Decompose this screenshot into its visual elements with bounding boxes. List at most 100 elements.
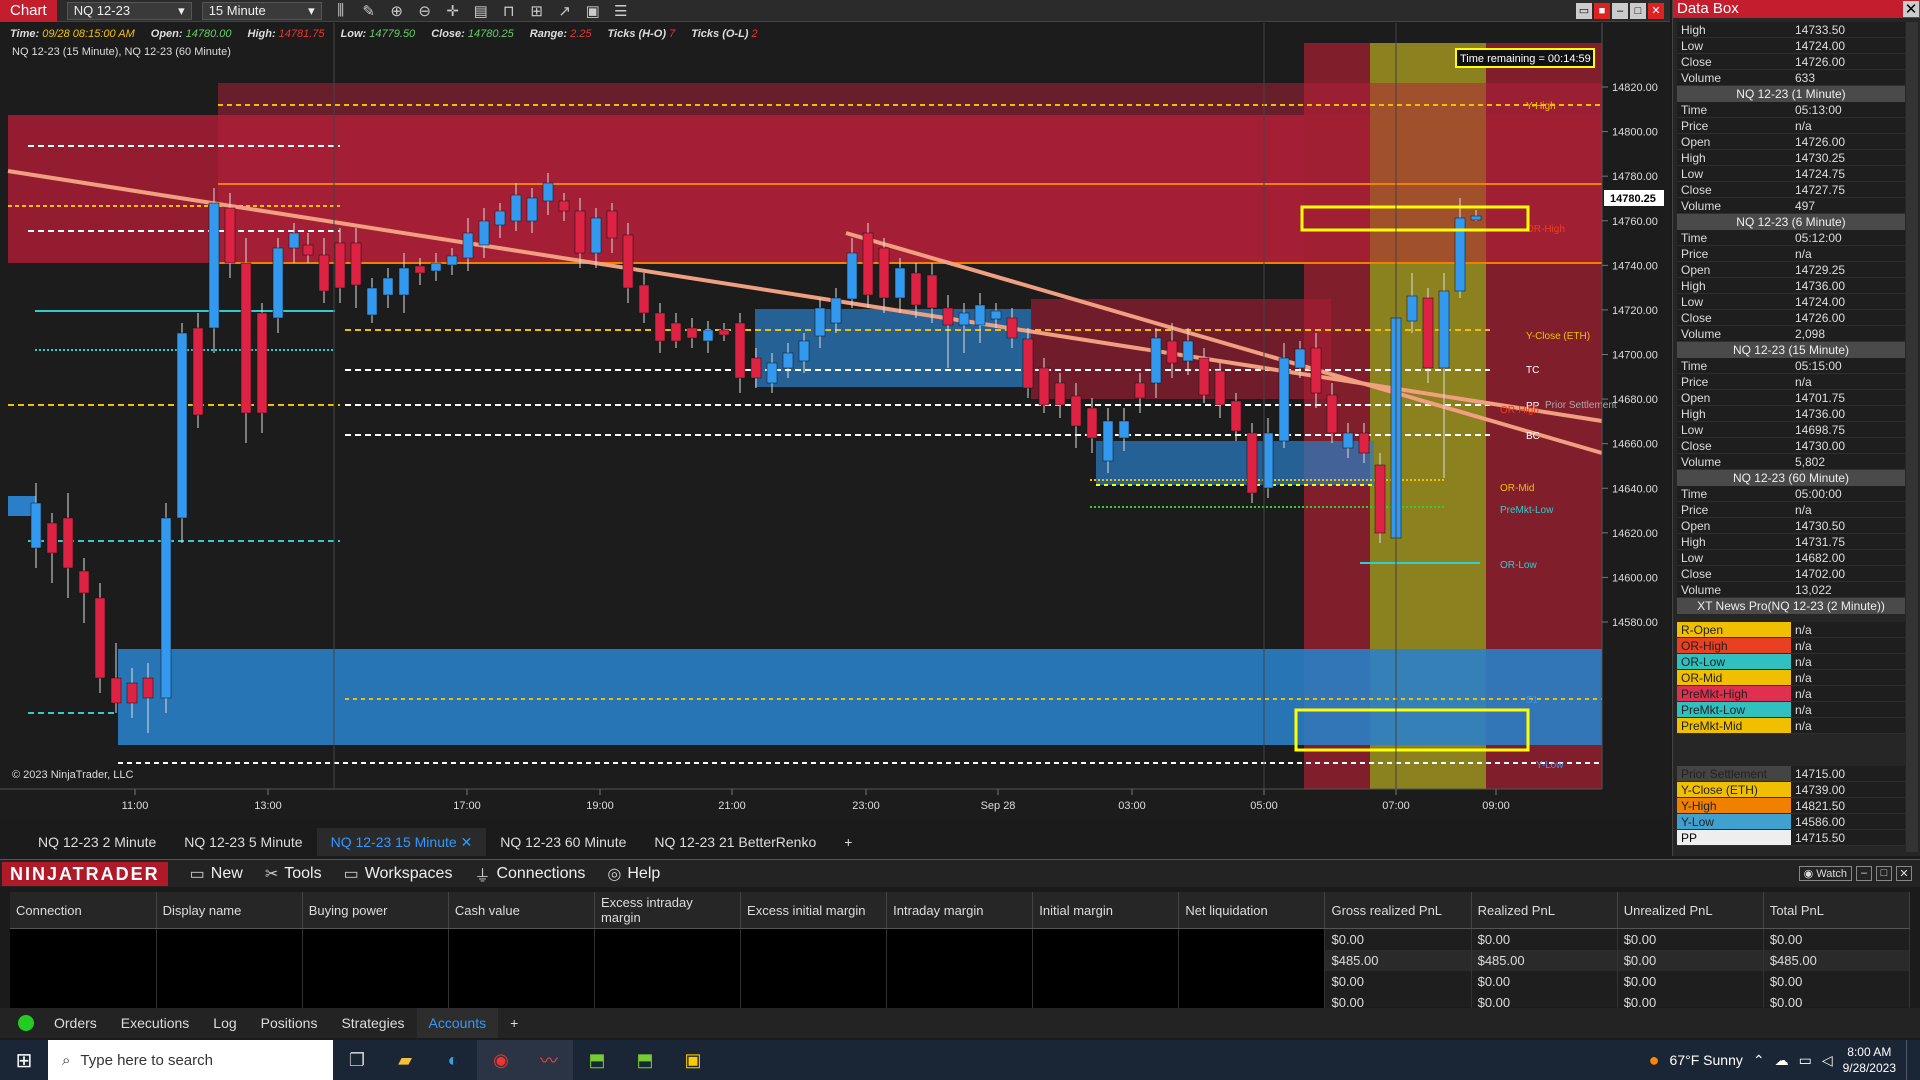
- add-tab-button[interactable]: +: [498, 1008, 530, 1038]
- column-header[interactable]: Display name: [156, 892, 303, 929]
- candle-body: [782, 352, 794, 369]
- candle-body: [334, 242, 346, 289]
- network-icon[interactable]: ▭: [1799, 1052, 1812, 1069]
- instrument-selector[interactable]: NQ 12-23 ▾: [66, 1, 192, 20]
- color-icon[interactable]: ■: [1594, 3, 1610, 19]
- taskbar-search[interactable]: ⌕ Type here to search: [48, 1040, 333, 1080]
- chrome-icon[interactable]: ◉: [477, 1040, 525, 1080]
- account-row[interactable]: $0.00 $0.00 $0.00 $0.00: [10, 970, 1911, 992]
- column-header[interactable]: Excess intraday margin: [594, 892, 742, 929]
- column-header[interactable]: Intraday margin: [886, 892, 1034, 929]
- column-header[interactable]: Connection: [10, 892, 157, 929]
- interval-selector[interactable]: 15 Minute ▾: [201, 1, 322, 20]
- account-cell-empty: [1178, 970, 1326, 992]
- data-box-scrollbar[interactable]: [1906, 22, 1918, 852]
- tab-log[interactable]: Log: [201, 1008, 248, 1038]
- column-header[interactable]: Buying power: [302, 892, 449, 929]
- column-header[interactable]: Net liquidation: [1178, 892, 1326, 929]
- fw-app-icon[interactable]: ▣: [669, 1040, 717, 1080]
- crosshair-icon[interactable]: ✛: [444, 2, 462, 20]
- candle-body: [1470, 215, 1482, 221]
- tab-orders[interactable]: Orders: [42, 1008, 109, 1038]
- watch-button[interactable]: ◉ Watch: [1798, 866, 1852, 881]
- tab-positions[interactable]: Positions: [249, 1008, 330, 1038]
- weather-text[interactable]: 67°F Sunny: [1670, 1052, 1743, 1068]
- column-header[interactable]: Excess initial margin: [740, 892, 888, 929]
- column-header[interactable]: Unrealized PnL: [1617, 892, 1764, 929]
- column-header[interactable]: Realized PnL: [1471, 892, 1618, 929]
- level-label-tc: TC: [1526, 365, 1539, 376]
- menu-new[interactable]: ▭ New: [190, 864, 243, 884]
- data-box-key: Price: [1677, 118, 1791, 134]
- link-icon[interactable]: ▭: [1576, 3, 1592, 19]
- task-view-icon[interactable]: ❐: [333, 1040, 381, 1080]
- candle-body: [798, 340, 810, 362]
- volume-icon[interactable]: ◁: [1822, 1052, 1833, 1069]
- close-icon[interactable]: ✕: [1896, 866, 1912, 881]
- candle-body: [558, 200, 570, 212]
- data-box-key: Open: [1677, 390, 1791, 406]
- windows-start-icon[interactable]: ⊞: [0, 1048, 48, 1073]
- cloud-icon[interactable]: ☁: [1775, 1052, 1789, 1069]
- account-row[interactable]: $485.00 $485.00 $0.00 $485.00: [10, 949, 1911, 971]
- tab-strategies[interactable]: Strategies: [329, 1008, 416, 1038]
- candle-body: [686, 327, 698, 339]
- account-cell-empty: [740, 970, 888, 992]
- tab-accounts[interactable]: Accounts: [416, 1008, 499, 1038]
- menu-help[interactable]: ◎ Help: [607, 864, 660, 884]
- candle-body: [414, 265, 426, 274]
- app-icon-1[interactable]: ⬒: [573, 1040, 621, 1080]
- system-clock[interactable]: 8:00 AM 9/28/2023: [1843, 1044, 1896, 1076]
- close-icon[interactable]: ✕: [1903, 1, 1919, 18]
- app-icon-2[interactable]: ⬒: [621, 1040, 669, 1080]
- maximize-icon[interactable]: □: [1876, 866, 1892, 881]
- draw-icon[interactable]: ✎: [360, 2, 378, 20]
- menu-tools[interactable]: ✂ Tools: [265, 864, 322, 884]
- indicators-icon[interactable]: ⊞: [528, 2, 546, 20]
- close-icon[interactable]: ✕: [1648, 3, 1664, 19]
- minimize-icon[interactable]: –: [1612, 3, 1628, 19]
- chevron-up-icon[interactable]: ⌃: [1753, 1052, 1765, 1069]
- tab-2-minute[interactable]: NQ 12-23 2 Minute: [24, 828, 170, 856]
- close-tab-icon[interactable]: ✕: [461, 834, 473, 850]
- tab-executions[interactable]: Executions: [109, 1008, 201, 1038]
- properties-icon[interactable]: ▤: [472, 2, 490, 20]
- candle-body: [478, 220, 490, 246]
- ninjatrader-app-icon[interactable]: 〰: [525, 1040, 573, 1080]
- data-box-value: 14701.75: [1791, 390, 1905, 406]
- price-chart[interactable]: Y-HighOR-HighY-Close (ETH)TCPP Prior Sett…: [0, 23, 1670, 818]
- column-header[interactable]: Total PnL: [1763, 892, 1911, 929]
- drawing-tools-icon[interactable]: ⊓: [500, 2, 518, 20]
- zoom-out-icon[interactable]: ⊖: [416, 2, 434, 20]
- zoom-in-icon[interactable]: ⊕: [388, 2, 406, 20]
- tab-betterrenko[interactable]: NQ 12-23 21 BetterRenko: [640, 828, 830, 856]
- chart-tab[interactable]: Chart: [0, 0, 57, 22]
- account-row[interactable]: $0.00 $0.00 $0.00 $0.00: [10, 928, 1911, 950]
- tab-60-minute[interactable]: NQ 12-23 60 Minute: [486, 828, 640, 856]
- menu-workspaces[interactable]: ▭ Workspaces: [344, 864, 453, 884]
- candle-body: [1358, 432, 1370, 454]
- tab-15-minute[interactable]: NQ 12-23 15 Minute ✕: [316, 828, 487, 856]
- show-desktop-button[interactable]: [1906, 1040, 1912, 1080]
- column-header[interactable]: Initial margin: [1032, 892, 1180, 929]
- column-header[interactable]: Cash value: [448, 892, 595, 929]
- column-header[interactable]: Gross realized PnL: [1324, 892, 1472, 929]
- file-explorer-icon[interactable]: ▰: [381, 1040, 429, 1080]
- data-box-key: Close: [1677, 182, 1791, 198]
- level-label-or-high-top: OR-High: [1526, 224, 1565, 235]
- strategies-icon[interactable]: ↗: [556, 2, 574, 20]
- time-tick-label: 11:00: [122, 800, 149, 812]
- data-box-value: 5,802: [1791, 454, 1905, 470]
- data-box-row: Volume 13,022: [1677, 582, 1905, 598]
- edge-icon[interactable]: ◐: [429, 1040, 477, 1080]
- level-label-y-high: Y-High: [1526, 101, 1556, 112]
- add-tab-button[interactable]: +: [830, 828, 866, 856]
- pnl-cell: $0.00: [1763, 928, 1911, 950]
- list-icon[interactable]: ☰: [612, 2, 630, 20]
- minimize-icon[interactable]: –: [1856, 866, 1872, 881]
- bar-type-icon[interactable]: ⫼: [332, 2, 350, 19]
- menu-connections[interactable]: ⏚ Connections: [474, 862, 585, 886]
- calculator-icon[interactable]: ▣: [584, 2, 602, 20]
- maximize-icon[interactable]: □: [1630, 3, 1646, 19]
- tab-5-minute[interactable]: NQ 12-23 5 Minute: [170, 828, 316, 856]
